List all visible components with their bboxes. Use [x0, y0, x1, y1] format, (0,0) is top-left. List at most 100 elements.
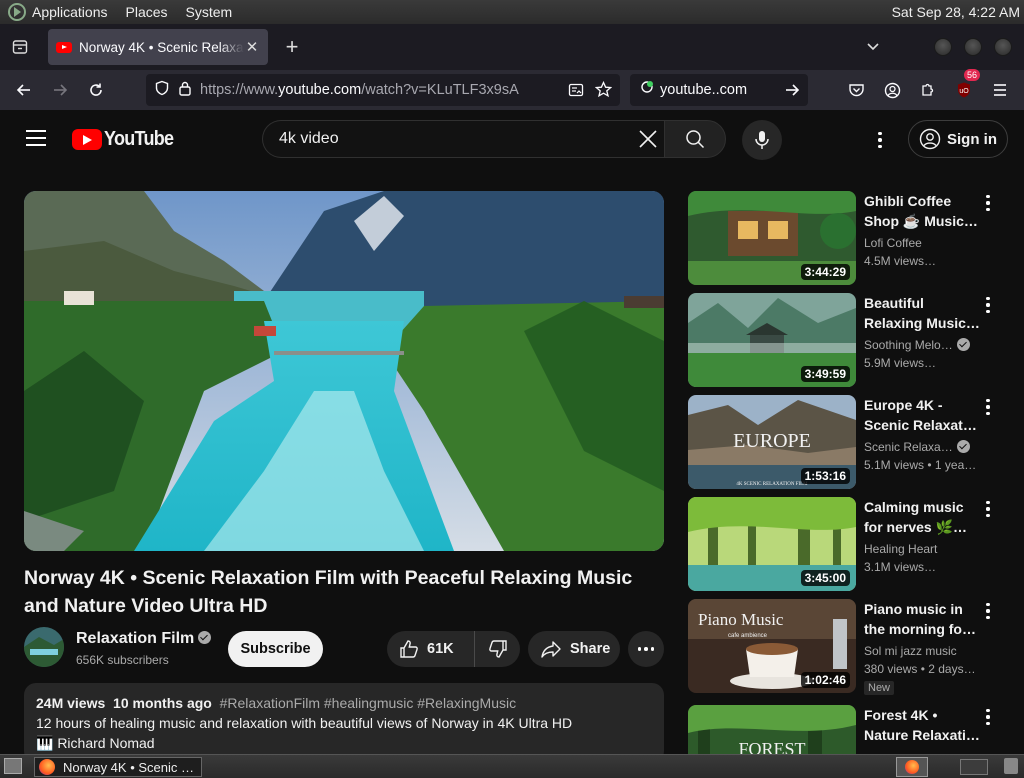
extensions-puzzle-icon[interactable]: [910, 75, 946, 105]
bottom-taskbar: Norway 4K • Scenic …: [0, 754, 1024, 778]
ublock-extension-button[interactable]: uO 56: [946, 69, 982, 105]
video-thumbnail[interactable]: 3:45:00: [688, 497, 856, 591]
recommendation-menu-icon[interactable]: [986, 297, 990, 313]
video-title: Norway 4K • Scenic Relaxation Film with …: [24, 567, 633, 617]
video-thumbnail[interactable]: 3:44:29: [688, 191, 856, 285]
youtube-logo[interactable]: YouTube: [72, 128, 181, 151]
youtube-search-input[interactable]: 4k video: [262, 120, 674, 158]
video-player[interactable]: [24, 191, 664, 551]
video-thumbnail[interactable]: FOREST: [688, 705, 856, 754]
verified-badge-icon: [956, 440, 970, 454]
sign-in-button[interactable]: Sign in: [908, 120, 1008, 158]
back-arrow-icon[interactable]: [9, 75, 39, 105]
tab-strip: Norway 4K • Scenic Relaxation Film with …: [0, 24, 1024, 70]
recommendation-item[interactable]: Piano Music cafe ambience 1:02:46 Piano m…: [688, 599, 1008, 695]
tab-close-icon[interactable]: ✕: [244, 38, 260, 56]
search-bar-text: youtube..com: [660, 82, 748, 98]
recommendation-menu-icon[interactable]: [986, 603, 990, 619]
channel-name[interactable]: Relaxation Film: [76, 630, 212, 648]
extension-badge-count: 56: [963, 69, 980, 81]
reader-view-icon[interactable]: [568, 82, 584, 102]
like-button[interactable]: 61K: [387, 631, 475, 667]
recommendation-channel[interactable]: Lofi Coffee: [864, 236, 922, 250]
system-menu[interactable]: System: [186, 4, 233, 20]
subscriber-count: 656K subscribers: [76, 653, 169, 667]
upload-age: 10 months ago: [113, 695, 212, 711]
tracking-protection-shield-icon[interactable]: [154, 80, 170, 100]
recommendation-channel[interactable]: Soothing Melo…: [864, 338, 970, 352]
recommendation-title[interactable]: Europe 4K - Scenic Relaxati…: [864, 395, 980, 435]
applications-menu[interactable]: Applications: [32, 4, 108, 20]
recommendation-item[interactable]: 3:49:59 Beautiful Relaxing Music … Soothi…: [688, 293, 1008, 387]
thumbnail-caption-europe: EUROPE: [733, 430, 811, 452]
recommendation-item[interactable]: 3:44:29 Ghibli Coffee Shop ☕ Music t… Lof…: [688, 191, 1008, 285]
recommendation-title[interactable]: Calming music for nerves 🌿…: [864, 497, 980, 537]
settings-more-icon[interactable]: [870, 128, 890, 152]
workspace-1[interactable]: [896, 757, 928, 777]
bookmark-star-icon[interactable]: [594, 80, 613, 102]
recommendation-menu-icon[interactable]: [986, 195, 990, 211]
description-line-2: 🎹 Richard Nomad: [36, 735, 155, 751]
lock-icon[interactable]: [178, 80, 192, 100]
recommendation-menu-icon[interactable]: [986, 709, 990, 725]
recommendation-channel[interactable]: Healing Heart: [864, 542, 937, 556]
recommendation-item[interactable]: FOREST Forest 4K • Nature Relaxati…: [688, 705, 1008, 754]
show-desktop-icon[interactable]: [4, 758, 22, 774]
forward-arrow-icon[interactable]: [45, 75, 75, 105]
workspace-2[interactable]: [960, 759, 988, 775]
voice-search-button[interactable]: [742, 120, 782, 160]
recommendation-title[interactable]: Ghibli Coffee Shop ☕ Music t…: [864, 191, 980, 231]
places-menu[interactable]: Places: [126, 4, 168, 20]
subscribe-button[interactable]: Subscribe: [228, 631, 323, 667]
taskbar-window-button[interactable]: Norway 4K • Scenic …: [34, 757, 202, 777]
recommendation-title[interactable]: Forest 4K • Nature Relaxati…: [864, 705, 980, 745]
recommendation-item[interactable]: 3:45:00 Calming music for nerves 🌿… Heali…: [688, 497, 1008, 591]
channel-avatar[interactable]: [24, 627, 64, 667]
window-maximize-button[interactable]: [964, 38, 982, 56]
new-tab-button[interactable]: +: [278, 33, 306, 61]
reload-icon[interactable]: [81, 75, 111, 105]
youtube-search-button[interactable]: [664, 120, 726, 158]
window-close-button[interactable]: [994, 38, 1012, 56]
recommendation-title[interactable]: Piano music in the morning for…: [864, 599, 980, 639]
like-dislike-group: 61K: [387, 631, 520, 667]
svg-text:uO: uO: [959, 88, 969, 95]
video-thumbnail[interactable]: Piano Music cafe ambience 1:02:46: [688, 599, 856, 693]
recommendation-item[interactable]: EUROPE 4K SCENIC RELAXATION FILM 1:53:16 …: [688, 395, 1008, 489]
clear-search-icon[interactable]: [638, 129, 658, 154]
distro-logo-icon[interactable]: [8, 3, 26, 21]
recommendation-meta: 5.1M views • 1 yea…: [864, 458, 977, 472]
ublock-shield-icon: uO: [958, 82, 970, 98]
recommendation-channel[interactable]: Sol mi jazz music: [864, 644, 957, 658]
list-all-tabs-chevron-icon[interactable]: [866, 39, 880, 55]
video-thumbnail[interactable]: 3:49:59: [688, 293, 856, 387]
hashtags[interactable]: #RelaxationFilm #healingmusic #RelaxingM…: [220, 695, 516, 711]
recommendation-channel[interactable]: Scenic Relaxa…: [864, 440, 970, 454]
url-bar[interactable]: https://www.youtube.com/watch?v=KLuTLF3x…: [146, 74, 620, 106]
recommendation-menu-icon[interactable]: [986, 399, 990, 415]
window-minimize-button[interactable]: [934, 38, 952, 56]
recommendation-meta: 3.1M views…: [864, 560, 937, 574]
video-thumbnail[interactable]: EUROPE 4K SCENIC RELAXATION FILM 1:53:16: [688, 395, 856, 489]
thumbnail-subcaption-piano: cafe ambience: [728, 633, 768, 639]
description-line-1: 12 hours of healing music and relaxation…: [36, 715, 573, 731]
guide-menu-icon[interactable]: [26, 130, 46, 151]
search-bar[interactable]: youtube..com: [630, 74, 808, 106]
pocket-icon[interactable]: [838, 75, 874, 105]
video-description[interactable]: 24M views 10 months ago #RelaxationFilm …: [24, 683, 664, 763]
browser-tab-active[interactable]: Norway 4K • Scenic Relaxation Film with …: [48, 29, 268, 65]
recommendation-menu-icon[interactable]: [986, 501, 990, 517]
clock[interactable]: Sat Sep 28, 4:22 AM: [892, 4, 1020, 20]
app-menu-hamburger-icon[interactable]: [982, 75, 1018, 105]
new-badge: New: [864, 681, 895, 695]
recommendation-title[interactable]: Beautiful Relaxing Music …: [864, 293, 980, 333]
search-go-arrow-icon[interactable]: [784, 82, 800, 102]
dislike-button[interactable]: [475, 631, 520, 667]
firefox-view-button[interactable]: [2, 29, 38, 65]
more-actions-button[interactable]: [628, 631, 664, 667]
trash-icon[interactable]: [1004, 758, 1018, 774]
thumbnail-caption-forest: FOREST: [738, 739, 805, 754]
account-icon[interactable]: [874, 75, 910, 105]
share-button[interactable]: Share: [528, 631, 620, 667]
video-duration: 1:02:46: [800, 672, 850, 688]
